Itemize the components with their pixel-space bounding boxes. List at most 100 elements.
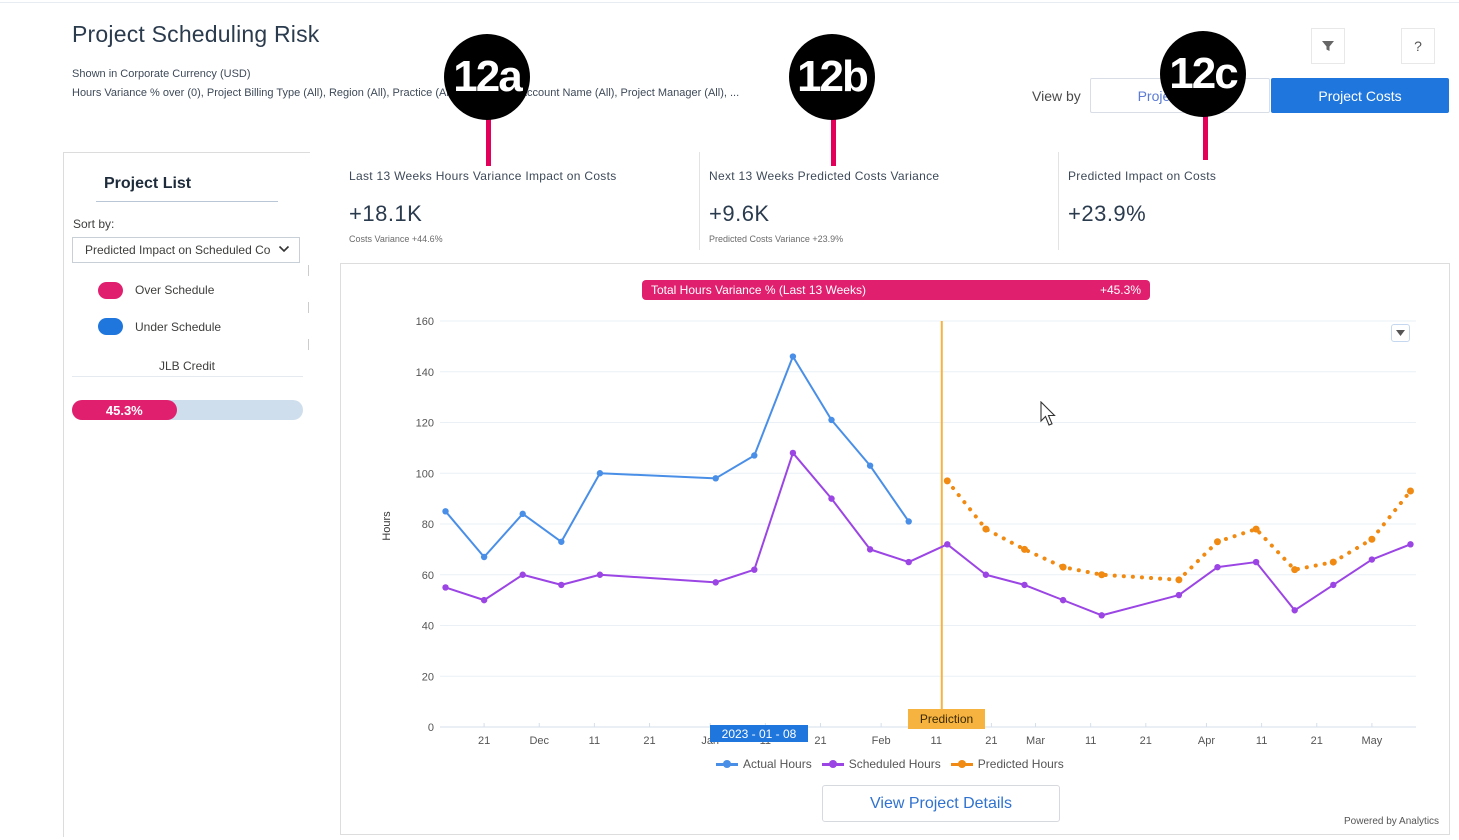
legend-predicted-hours[interactable]: Predicted Hours <box>950 757 1064 771</box>
predicted-hours-point[interactable] <box>1368 535 1376 543</box>
actual-hours-point[interactable] <box>751 452 758 459</box>
predicted-hours-point[interactable] <box>1329 558 1337 566</box>
predicted-hours-point[interactable] <box>982 525 990 533</box>
actual-hours-point[interactable] <box>866 462 874 469</box>
filter-button[interactable] <box>1311 28 1345 64</box>
sort-by-label: Sort by: <box>73 217 115 231</box>
scheduled-hours-point[interactable] <box>1407 541 1414 548</box>
mouse-cursor-icon <box>1040 401 1056 426</box>
scheduled-hours-point[interactable] <box>982 571 990 578</box>
scheduled-hours-point[interactable] <box>944 541 951 548</box>
actual-hours-point[interactable] <box>828 416 835 424</box>
project-list-title: Project List <box>104 175 192 192</box>
prediction-marker-label: Prediction <box>908 709 985 729</box>
scheduled-hours-point[interactable] <box>442 584 449 591</box>
kpi-last13-value: +18.1K <box>349 201 423 226</box>
scheduled-hours-point[interactable] <box>1059 596 1067 604</box>
variance-banner-label: Total Hours Variance % (Last 13 Weeks) <box>651 283 866 297</box>
scroll-tick <box>308 339 309 350</box>
predicted-hours-point[interactable] <box>1213 538 1221 546</box>
predicted-hours-point[interactable] <box>1406 487 1414 495</box>
view-by-label: View by <box>1032 88 1081 104</box>
predicted-hours-point[interactable] <box>1059 563 1067 571</box>
currency-note: Shown in Corporate Currency (USD) <box>72 68 251 80</box>
scheduled-hours-point[interactable] <box>1021 581 1028 589</box>
view-project-details-button[interactable]: View Project Details <box>822 785 1060 822</box>
sort-by-select[interactable]: Predicted Impact on Scheduled Costs <box>72 237 300 263</box>
predicted-hours-point[interactable] <box>1291 566 1299 574</box>
under-schedule-swatch <box>98 318 123 335</box>
kpi-next13-sub: Predicted Costs Variance +23.9% <box>709 234 844 244</box>
scroll-tick <box>308 265 309 276</box>
project-variance-fill: 45.3% <box>72 400 177 420</box>
predicted-hours-point[interactable] <box>1252 525 1260 533</box>
scheduled-hours-point[interactable] <box>1098 612 1105 619</box>
kpi-last13-title: Last 13 Weeks Hours Variance Impact on C… <box>349 169 617 183</box>
scheduled-hours-point[interactable] <box>480 596 488 604</box>
caret-down-icon <box>1396 330 1405 336</box>
legend-actual-hours[interactable]: Actual Hours <box>716 757 812 771</box>
predicted-hours-point[interactable] <box>1098 571 1106 579</box>
scheduled-hours-point[interactable] <box>558 581 565 589</box>
scheduled-hours-point[interactable] <box>712 579 719 586</box>
title-underline <box>96 201 278 202</box>
actual-hours-point[interactable] <box>712 475 719 482</box>
scheduled-hours-point[interactable] <box>751 566 758 573</box>
actual-hours-point[interactable] <box>558 538 565 545</box>
kpi-divider <box>699 152 700 250</box>
kpi-last13-sub: Costs Variance +44.6% <box>349 234 443 244</box>
actual-hours-point[interactable] <box>480 553 488 561</box>
chart-menu-button[interactable] <box>1391 324 1410 342</box>
callout-12c: 12c <box>1160 31 1246 117</box>
actual-hours-point[interactable] <box>519 510 526 518</box>
legend-scheduled-hours[interactable]: Scheduled Hours <box>821 757 941 771</box>
help-button[interactable]: ? <box>1401 28 1435 64</box>
scheduled-hours-point[interactable] <box>1368 556 1376 563</box>
predicted-hours-point[interactable] <box>943 477 951 485</box>
filter-icon <box>1322 41 1334 51</box>
hover-date-tag: 2023 - 01 - 08 <box>710 725 808 742</box>
kpi-predicted-value: +23.9% <box>1068 201 1147 226</box>
callout-12a-pointer <box>486 113 491 166</box>
predicted-hours-point[interactable] <box>1175 576 1183 584</box>
scheduled-hours-point[interactable] <box>1291 607 1298 614</box>
scheduled-hours-point[interactable] <box>1252 558 1260 566</box>
predicted-hours-point[interactable] <box>1020 545 1028 553</box>
over-schedule-swatch <box>98 282 123 299</box>
scheduled-hours-point[interactable] <box>1330 581 1337 589</box>
callout-12a: 12a <box>444 34 530 120</box>
project-divider <box>72 376 303 377</box>
actual-hours-point[interactable] <box>789 353 797 360</box>
scheduled-hours-swatch <box>821 759 844 768</box>
page-title: Project Scheduling Risk <box>72 21 320 47</box>
scheduled-hours-point[interactable] <box>519 571 526 578</box>
callout-12c-pointer <box>1203 110 1208 160</box>
actual-hours-point[interactable] <box>905 518 912 525</box>
scheduled-hours-point[interactable] <box>789 449 797 457</box>
legend-predicted-label: Predicted Hours <box>977 757 1064 771</box>
actual-hours-point[interactable] <box>442 508 449 515</box>
sort-by-value: Predicted Impact on Scheduled Costs <box>85 243 271 257</box>
predicted-hours-swatch <box>950 759 973 768</box>
view-by-project-costs[interactable]: Project Costs <box>1271 78 1449 113</box>
scheduled-hours-point[interactable] <box>1214 563 1221 571</box>
scheduled-hours-point[interactable] <box>905 558 912 566</box>
over-schedule-label: Over Schedule <box>135 283 215 297</box>
scheduled-hours-point[interactable] <box>828 495 835 502</box>
callout-12b: 12b <box>789 34 875 120</box>
scheduled-hours-point[interactable] <box>1175 591 1183 599</box>
kpi-next13-title: Next 13 Weeks Predicted Costs Variance <box>709 169 940 183</box>
callout-12b-pointer <box>831 113 836 166</box>
project-variance-bar[interactable]: 45.3% <box>72 400 303 420</box>
scheduled-hours-point[interactable] <box>596 571 604 578</box>
actual-hours-point[interactable] <box>596 470 604 477</box>
under-schedule-label: Under Schedule <box>135 320 222 334</box>
project-name[interactable]: JLB Credit <box>72 359 302 373</box>
legend-scheduled-label: Scheduled Hours <box>848 757 941 771</box>
filters-summary: Hours Variance % over (0), Project Billi… <box>72 87 740 99</box>
scroll-tick <box>308 302 309 313</box>
actual-hours-swatch <box>716 759 738 768</box>
chevron-down-icon <box>278 242 290 259</box>
variance-banner-value: +45.3% <box>1099 283 1141 297</box>
scheduled-hours-point[interactable] <box>866 546 874 553</box>
